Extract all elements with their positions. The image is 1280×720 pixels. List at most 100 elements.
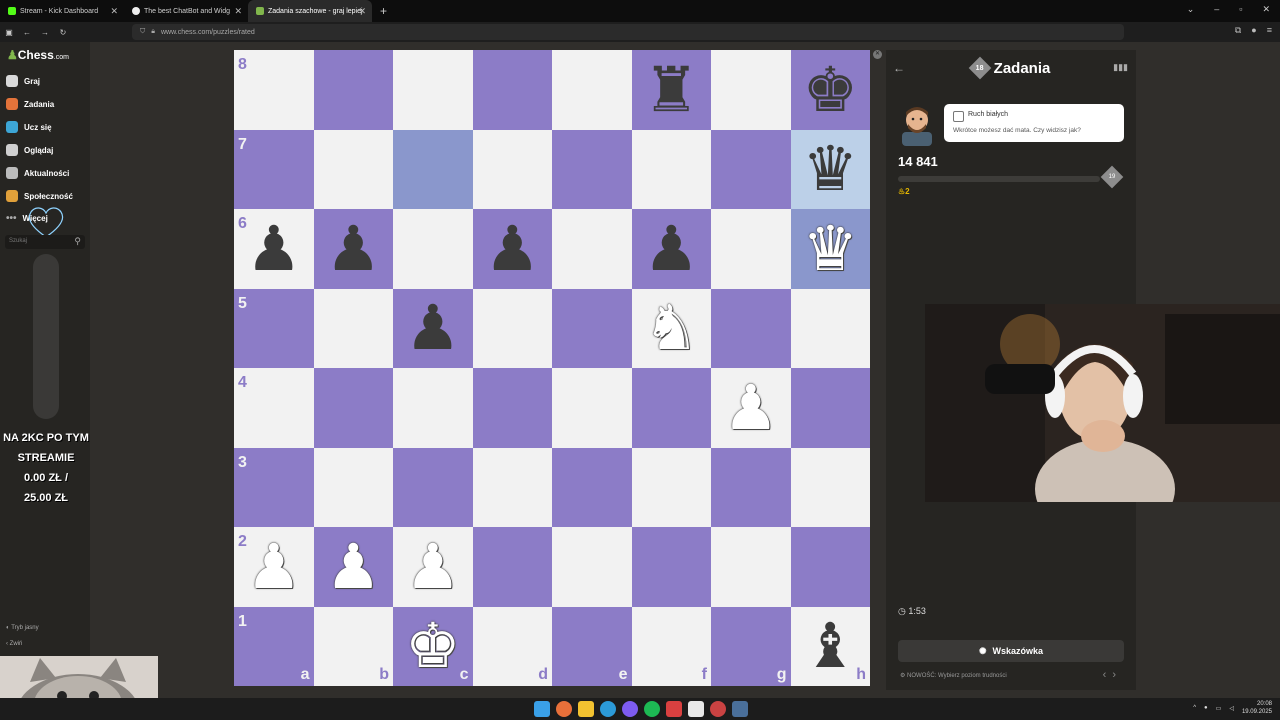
square-g8[interactable]	[711, 50, 791, 130]
square-g7[interactable]	[711, 129, 791, 209]
square-g6[interactable]	[711, 209, 791, 289]
square-d2[interactable]	[472, 527, 552, 607]
square-b4[interactable]	[313, 368, 393, 448]
chevron-up-icon[interactable]: ^	[1193, 705, 1196, 711]
tab-chatbot[interactable]: The best ChatBot and Widg ✕	[124, 0, 248, 22]
volume-icon[interactable]: ◁	[1229, 705, 1234, 712]
chevron-right-icon[interactable]: ›	[1112, 669, 1122, 681]
collapse-toggle[interactable]: ‹ Zwiń	[6, 636, 39, 652]
square-g1[interactable]: g	[711, 606, 791, 686]
square-g3[interactable]	[711, 447, 791, 527]
white-piece-f5[interactable]: ♞	[632, 289, 712, 369]
steam-icon[interactable]	[732, 701, 748, 717]
black-piece-h8[interactable]: ♚	[791, 50, 871, 130]
square-h4[interactable]	[790, 368, 870, 448]
black-piece-b6[interactable]: ♟	[314, 209, 394, 289]
square-h2[interactable]	[790, 527, 870, 607]
sidebar-toggle-icon[interactable]: ▣	[0, 28, 18, 37]
square-e5[interactable]	[552, 288, 632, 368]
square-b8[interactable]	[313, 50, 393, 130]
windows-start-icon[interactable]	[534, 701, 550, 717]
sidebar-item-zadania[interactable]: Zadania	[6, 98, 54, 110]
light-mode-toggle[interactable]: ◐ Tryb jasny	[6, 620, 39, 636]
square-c3[interactable]	[393, 447, 473, 527]
square-a8[interactable]: 8	[234, 50, 314, 130]
taskbar-clock[interactable]: 20:08 19.09.2025	[1242, 700, 1272, 716]
firefox-icon[interactable]	[556, 701, 572, 717]
square-c6[interactable]	[393, 209, 473, 289]
square-d5[interactable]	[472, 288, 552, 368]
search-icon[interactable]: ⚲	[74, 236, 81, 247]
square-a5[interactable]: 5	[234, 288, 314, 368]
close-tab-icon[interactable]: ✕	[358, 6, 366, 17]
difficulty-news[interactable]: ⚙ NOWOŚĆ: Wybierz poziom trudności	[900, 672, 1007, 679]
chess-board[interactable]: 8 7 6 5 4 3 2 1 a b c d e f g h ♜ ♚ ♛ ♟ ♟ ♟ ♟ ♛ ♟ ♞ ♟ ♟ ♟ ♟ ♚ ♝	[234, 50, 870, 686]
square-c8[interactable]	[393, 50, 473, 130]
square-f1[interactable]: f	[631, 606, 711, 686]
black-piece-f8[interactable]: ♜	[632, 50, 712, 130]
chevron-down-icon[interactable]: ⌄	[1187, 4, 1195, 15]
black-piece-d6[interactable]: ♟	[473, 209, 553, 289]
white-piece-h6[interactable]: ♛	[791, 209, 871, 289]
back-icon[interactable]: ←	[18, 28, 36, 37]
app-icon[interactable]	[666, 701, 682, 717]
profile-icon[interactable]: ●	[1251, 25, 1256, 36]
extensions-icon[interactable]: ⧉	[1235, 25, 1241, 36]
square-e4[interactable]	[552, 368, 632, 448]
black-piece-c5[interactable]: ♟	[393, 289, 473, 369]
spotify-icon[interactable]	[644, 701, 660, 717]
messenger-icon[interactable]	[622, 701, 638, 717]
close-tab-icon[interactable]: ✕	[110, 6, 118, 17]
white-piece-c2[interactable]: ♟	[393, 527, 473, 607]
square-a3[interactable]: 3	[234, 447, 314, 527]
microphone-icon[interactable]: ●	[1204, 705, 1208, 711]
edge-icon[interactable]	[600, 701, 616, 717]
square-a7[interactable]: 7	[234, 129, 314, 209]
square-f3[interactable]	[631, 447, 711, 527]
square-d3[interactable]	[472, 447, 552, 527]
close-icon[interactable]: ✕	[873, 50, 882, 59]
stats-icon[interactable]: ▮▮▮	[1113, 62, 1128, 73]
square-b1[interactable]: b	[313, 606, 393, 686]
network-icon[interactable]: ▭	[1216, 705, 1222, 712]
square-b7[interactable]	[313, 129, 393, 209]
file-explorer-icon[interactable]	[578, 701, 594, 717]
square-a4[interactable]: 4	[234, 368, 314, 448]
white-piece-g4[interactable]: ♟	[711, 368, 791, 448]
maximize-icon[interactable]: ▫	[1239, 4, 1242, 15]
square-f4[interactable]	[631, 368, 711, 448]
square-b3[interactable]	[313, 447, 393, 527]
square-f7[interactable]	[631, 129, 711, 209]
square-e6[interactable]	[552, 209, 632, 289]
notes-icon[interactable]	[688, 701, 704, 717]
close-window-icon[interactable]: ✕	[1262, 4, 1270, 15]
chesscom-logo[interactable]: ♟Chess.com	[7, 48, 69, 62]
sidebar-item-graj[interactable]: Graj	[6, 75, 40, 87]
square-e8[interactable]	[552, 50, 632, 130]
square-c7[interactable]	[393, 129, 473, 209]
sidebar-item-ogladaj[interactable]: Oglądaj	[6, 144, 53, 156]
square-b5[interactable]	[313, 288, 393, 368]
close-tab-icon[interactable]: ✕	[234, 6, 242, 17]
tab-kick[interactable]: Stream - Kick Dashboard ✕	[0, 0, 124, 22]
black-piece-f6[interactable]: ♟	[632, 209, 712, 289]
black-piece-h7[interactable]: ♛	[791, 130, 871, 210]
square-d7[interactable]	[472, 129, 552, 209]
square-c4[interactable]	[393, 368, 473, 448]
square-e2[interactable]	[552, 527, 632, 607]
white-piece-c1[interactable]: ♚	[393, 607, 473, 687]
tab-chess[interactable]: Zadania szachowe - graj lepiej ✕	[248, 0, 372, 22]
square-e7[interactable]	[552, 129, 632, 209]
chevron-left-icon[interactable]: ‹	[1103, 669, 1113, 681]
sidebar-item-aktualnosci[interactable]: Aktualności	[6, 167, 69, 179]
chrome-icon[interactable]	[710, 701, 726, 717]
new-tab-button[interactable]: +	[380, 4, 387, 18]
square-d4[interactable]	[472, 368, 552, 448]
square-a1[interactable]: 1a	[234, 606, 314, 686]
menu-icon[interactable]: ≡	[1267, 25, 1272, 36]
square-h3[interactable]	[790, 447, 870, 527]
square-e1[interactable]: e	[552, 606, 632, 686]
square-f2[interactable]	[631, 527, 711, 607]
forward-icon[interactable]: →	[36, 28, 54, 37]
search-input[interactable]: Szukaj ⚲	[5, 235, 85, 249]
